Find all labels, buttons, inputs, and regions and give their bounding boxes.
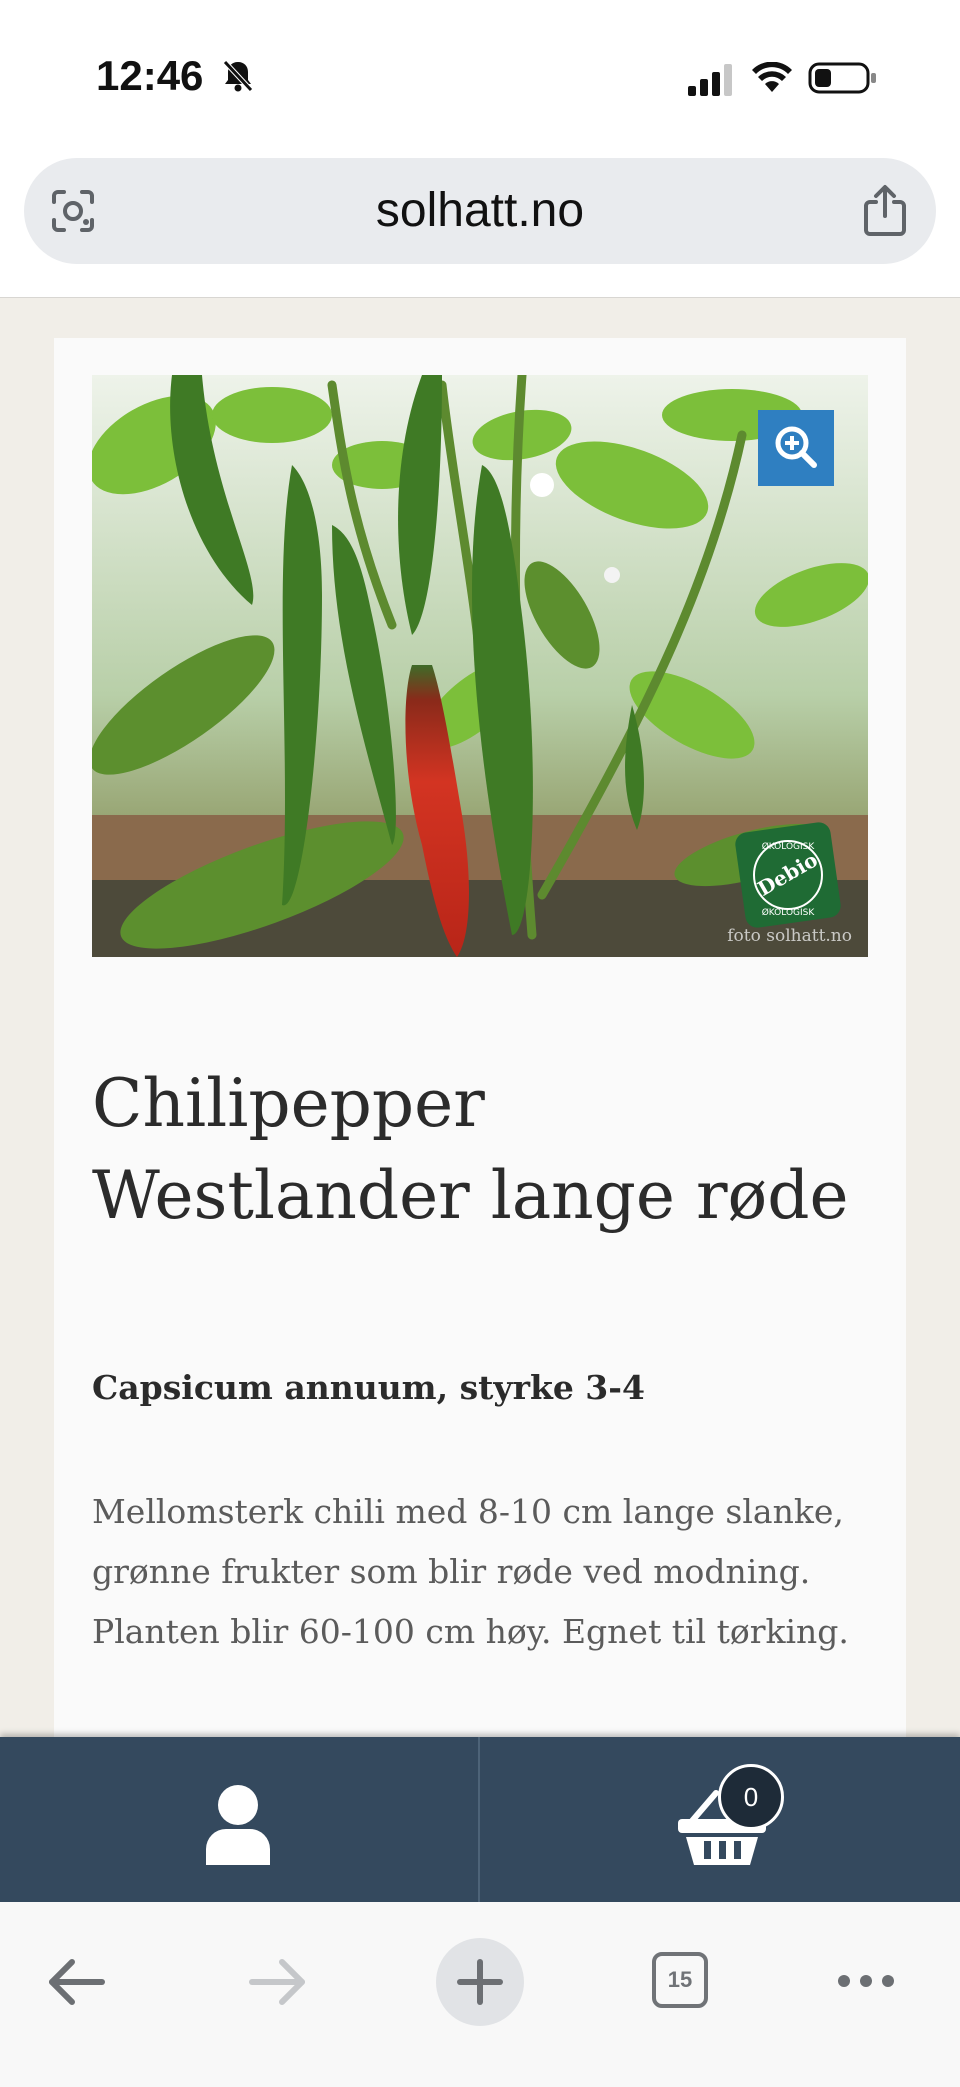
- signal-icon: [688, 64, 732, 96]
- zoom-in-icon: [775, 426, 817, 468]
- badge-text-bottom: ØKOLOGISK: [762, 907, 816, 918]
- product-image[interactable]: Debio ØKOLOGISK ØKOLOGISK foto solhatt.n…: [92, 375, 868, 957]
- debio-badge: Debio ØKOLOGISK ØKOLOGISK: [735, 822, 841, 928]
- badge-text-top: ØKOLOGISK: [762, 841, 816, 852]
- new-tab-button[interactable]: [436, 1938, 524, 2026]
- cart-count-badge[interactable]: 0: [718, 1764, 784, 1830]
- plus-icon: [457, 1959, 503, 2005]
- site-bottom-toolbar: [0, 1737, 960, 1902]
- user-icon[interactable]: [190, 1779, 286, 1869]
- chili-photo: Debio ØKOLOGISK ØKOLOGISK foto solhatt.n…: [92, 375, 868, 957]
- product-subtitle: Capsicum annuum, styrke 3-4: [92, 1368, 645, 1407]
- tabs-icon[interactable]: 15: [652, 1952, 708, 2008]
- photo-watermark: foto solhatt.no: [727, 926, 852, 946]
- battery-icon: [808, 62, 876, 94]
- status-bar: 12:46: [0, 0, 960, 140]
- zoom-button[interactable]: [758, 410, 834, 486]
- bell-off-icon: [223, 60, 253, 92]
- toolbar-divider: [478, 1737, 480, 1902]
- url-text[interactable]: solhatt.no: [24, 158, 936, 264]
- back-arrow-icon[interactable]: [44, 1954, 108, 2010]
- address-bar[interactable]: solhatt.no: [24, 158, 936, 264]
- share-icon[interactable]: [862, 184, 908, 236]
- product-description: Mellomsterk chili med 8-10 cm lange slan…: [92, 1492, 849, 1651]
- product-title: Chilipepper Westlander lange røde: [92, 1065, 849, 1234]
- browser-bottom-nav: 15: [0, 1902, 960, 2087]
- status-time: 12:46: [96, 52, 204, 99]
- forward-arrow-icon[interactable]: [246, 1954, 310, 2010]
- browser-address-area: solhatt.no: [0, 140, 960, 298]
- more-icon[interactable]: [836, 1970, 896, 1992]
- wifi-icon: [752, 62, 792, 92]
